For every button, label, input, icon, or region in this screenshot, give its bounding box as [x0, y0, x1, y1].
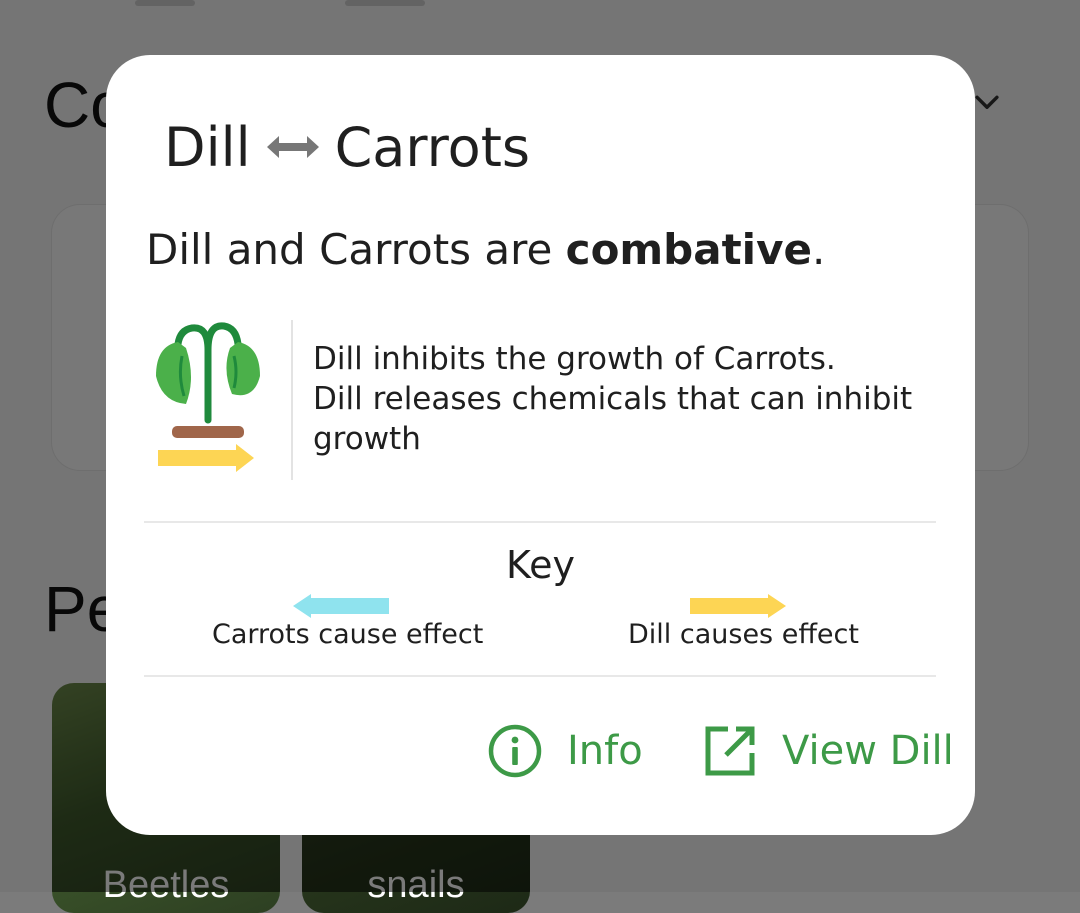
companion-dialog: Dill Carrots Dill and Carrots are combat… — [106, 55, 975, 835]
left-right-arrow-icon — [266, 136, 319, 158]
right-arrow-icon — [690, 594, 786, 618]
divider-top — [144, 521, 936, 523]
key-label-carrots: Carrots cause effect — [212, 619, 484, 650]
info-button[interactable]: Info — [487, 720, 643, 782]
vertical-divider — [291, 320, 293, 480]
relationship-description: Dill inhibits the growth of Carrots. Dil… — [313, 339, 933, 459]
divider-bottom — [144, 675, 936, 677]
info-circle-icon — [488, 724, 542, 778]
left-arrow-icon — [293, 594, 389, 618]
description-line-1: Dill inhibits the growth of Carrots. — [313, 341, 836, 377]
key-title: Key — [506, 543, 575, 587]
info-button-label: Info — [567, 728, 643, 774]
view-dill-button-label: View Dill — [782, 728, 954, 774]
description-line-2: Dill releases chemicals that can inhibit… — [313, 381, 913, 457]
relationship-type: combative — [565, 225, 812, 274]
statement-prefix: Dill and Carrots are — [146, 225, 566, 274]
dialog-title: Dill Carrots — [164, 115, 531, 179]
statement-suffix: . — [811, 225, 826, 274]
view-dill-button[interactable]: View Dill — [702, 720, 954, 782]
open-in-new-icon — [705, 726, 755, 776]
dialog-title-plant-1: Dill — [164, 115, 251, 179]
dialog-title-plant-2: Carrots — [334, 115, 531, 179]
wilting-plant-icon — [156, 322, 260, 472]
relationship-statement: Dill and Carrots are combative. — [146, 225, 825, 274]
key-label-dill: Dill causes effect — [628, 619, 859, 650]
